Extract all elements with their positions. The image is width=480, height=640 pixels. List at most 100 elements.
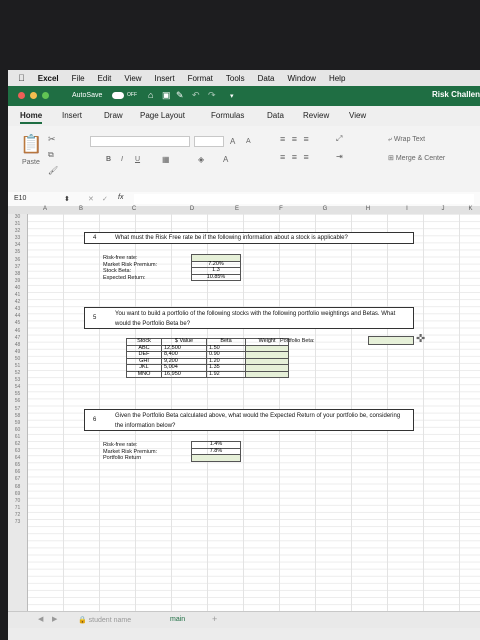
- column-i[interactable]: I: [389, 206, 425, 212]
- sheet-tab-student-name[interactable]: 🔒 student name: [78, 616, 131, 624]
- row-number[interactable]: 65: [8, 462, 27, 469]
- column-d[interactable]: D: [169, 206, 215, 212]
- row-number[interactable]: 30: [8, 214, 27, 221]
- row-number[interactable]: 43: [8, 306, 27, 313]
- menu-help[interactable]: Help: [329, 74, 345, 83]
- tab-data[interactable]: Data: [267, 111, 284, 120]
- column-a[interactable]: A: [27, 206, 63, 212]
- menu-window[interactable]: Window: [288, 74, 316, 83]
- row-number[interactable]: 52: [8, 370, 27, 377]
- underline-button[interactable]: U: [135, 156, 140, 163]
- row-number[interactable]: 73: [8, 519, 27, 526]
- row-number[interactable]: 70: [8, 498, 27, 505]
- row-number[interactable]: 47: [8, 335, 27, 342]
- edit-icon[interactable]: ✎: [176, 90, 184, 101]
- row-number[interactable]: 31: [8, 221, 27, 228]
- column-k[interactable]: K: [461, 206, 480, 212]
- copy-icon[interactable]: ⧉: [48, 150, 54, 160]
- menu-tools[interactable]: Tools: [226, 74, 245, 83]
- tab-formulas[interactable]: Formulas: [211, 111, 244, 120]
- column-f[interactable]: F: [259, 206, 303, 212]
- row-number[interactable]: 39: [8, 278, 27, 285]
- menu-view[interactable]: View: [124, 74, 141, 83]
- italic-button[interactable]: I: [121, 156, 123, 163]
- customize-toolbar-icon[interactable]: ▾: [230, 92, 234, 100]
- wrap-text-button[interactable]: ⤶ Wrap Text: [388, 136, 425, 144]
- row-number[interactable]: 54: [8, 384, 27, 391]
- font-name-field[interactable]: [90, 136, 190, 147]
- row-number[interactable]: 45: [8, 320, 27, 327]
- row-number[interactable]: 59: [8, 420, 27, 427]
- font-size-field[interactable]: [194, 136, 224, 147]
- menu-insert[interactable]: Insert: [155, 74, 175, 83]
- row-number[interactable]: 53: [8, 377, 27, 384]
- column-h[interactable]: H: [347, 206, 389, 212]
- merge-center-button[interactable]: ⊞ Merge & Center: [388, 154, 445, 162]
- question-5-box[interactable]: 5 You want to build a portfolio of the f…: [84, 307, 414, 329]
- row-number[interactable]: 56: [8, 398, 27, 405]
- row-number[interactable]: 44: [8, 313, 27, 320]
- row-number[interactable]: 49: [8, 349, 27, 356]
- sheet-tab-main[interactable]: main: [170, 616, 185, 623]
- row-number[interactable]: 57: [8, 406, 27, 413]
- home-icon[interactable]: ⌂: [148, 90, 153, 100]
- row-number[interactable]: 34: [8, 242, 27, 249]
- maximize-window-button[interactable]: [42, 92, 49, 99]
- row-number[interactable]: 51: [8, 363, 27, 370]
- row-number[interactable]: 37: [8, 264, 27, 271]
- tab-home[interactable]: Home: [20, 111, 43, 124]
- row-number[interactable]: 64: [8, 455, 27, 462]
- menu-file[interactable]: File: [72, 74, 85, 83]
- row-number[interactable]: 41: [8, 292, 27, 299]
- apple-icon[interactable]: : [18, 73, 25, 83]
- q5-weight[interactable]: [245, 370, 289, 378]
- tab-review[interactable]: Review: [303, 111, 329, 120]
- column-c[interactable]: C: [99, 206, 169, 212]
- borders-icon[interactable]: ▦: [162, 155, 170, 164]
- worksheet-grid[interactable]: 30 31 32 33 34 35 36 37 38 39 40 41 42 43 44 45 46 47 48 49…: [8, 214, 480, 611]
- q6-value-portfolio-return[interactable]: [191, 454, 241, 462]
- row-number[interactable]: 38: [8, 271, 27, 278]
- row-number[interactable]: 48: [8, 342, 27, 349]
- tab-insert[interactable]: Insert: [62, 111, 82, 120]
- row-number[interactable]: 33: [8, 235, 27, 242]
- menu-edit[interactable]: Edit: [98, 74, 112, 83]
- increase-font-button[interactable]: A: [230, 137, 235, 146]
- column-j[interactable]: J: [425, 206, 461, 212]
- enter-formula-button[interactable]: ✓: [102, 195, 108, 203]
- q5-value[interactable]: 16,950: [161, 370, 207, 378]
- row-number[interactable]: 61: [8, 434, 27, 441]
- column-e[interactable]: E: [215, 206, 259, 212]
- question-4-box[interactable]: 4 What must the Risk Free rate be if the…: [84, 232, 414, 244]
- row-number[interactable]: 60: [8, 427, 27, 434]
- indent-icon[interactable]: ⇥: [336, 152, 343, 161]
- menu-app-name[interactable]: Excel: [38, 74, 59, 83]
- minimize-window-button[interactable]: [30, 92, 37, 99]
- row-number[interactable]: 35: [8, 249, 27, 256]
- row-number[interactable]: 68: [8, 484, 27, 491]
- close-window-button[interactable]: [18, 92, 25, 99]
- paste-icon[interactable]: 📋: [20, 134, 42, 155]
- row-number[interactable]: 66: [8, 469, 27, 476]
- paste-label[interactable]: Paste: [22, 159, 40, 166]
- fill-color-icon[interactable]: ◈: [198, 155, 204, 164]
- menu-data[interactable]: Data: [258, 74, 275, 83]
- formula-input[interactable]: [134, 194, 474, 204]
- name-box-dropdown-icon[interactable]: ⬍: [64, 195, 70, 203]
- decrease-font-button[interactable]: A: [246, 138, 251, 145]
- row-number[interactable]: 72: [8, 512, 27, 519]
- tab-draw[interactable]: Draw: [104, 111, 123, 120]
- row-number[interactable]: 62: [8, 441, 27, 448]
- sheet-prev-icon[interactable]: ◀: [38, 615, 43, 623]
- sheet-next-icon[interactable]: ▶: [52, 615, 57, 623]
- row-number[interactable]: 55: [8, 391, 27, 398]
- align-center-icons[interactable]: ≡ ≡ ≡: [280, 152, 311, 162]
- portfolio-beta-cell[interactable]: [368, 336, 414, 345]
- row-number[interactable]: 58: [8, 413, 27, 420]
- column-b[interactable]: B: [63, 206, 99, 212]
- name-box[interactable]: E10: [14, 195, 26, 202]
- insert-function-button[interactable]: fx: [118, 194, 123, 201]
- orientation-icon[interactable]: ⤢: [336, 134, 342, 144]
- tab-page-layout[interactable]: Page Layout: [140, 111, 185, 120]
- add-sheet-button[interactable]: +: [212, 614, 217, 624]
